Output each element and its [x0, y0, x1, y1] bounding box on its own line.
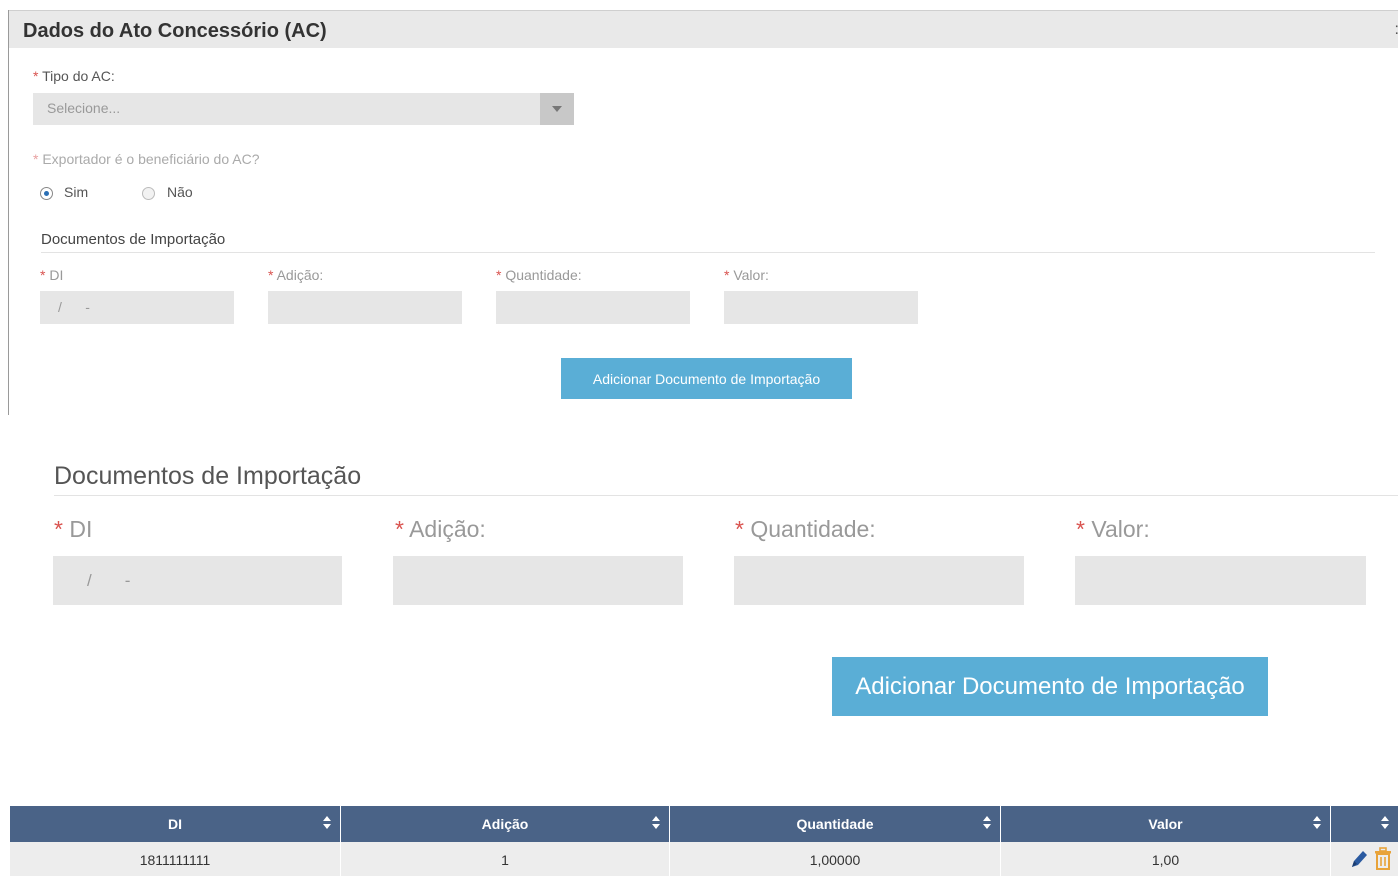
table-cell-quantidade: 1,00000	[670, 842, 1001, 876]
column-header-actions[interactable]	[1331, 806, 1398, 842]
radio-sim[interactable]	[40, 187, 53, 200]
trash-icon[interactable]	[1373, 847, 1393, 871]
section-divider	[41, 252, 1375, 253]
di-label-large: * DI	[54, 516, 93, 542]
sort-icon[interactable]	[1380, 816, 1390, 832]
tipo-ac-select[interactable]: Selecione...	[33, 93, 574, 125]
column-header-di[interactable]: DI	[10, 806, 341, 842]
dropdown-arrow[interactable]	[540, 93, 574, 125]
adicao-label: * Adição:	[268, 267, 324, 283]
add-document-button-large[interactable]: Adicionar Documento de Importação	[832, 657, 1268, 716]
sort-icon[interactable]	[1312, 816, 1322, 832]
radio-nao[interactable]	[142, 187, 155, 200]
section-divider-large	[54, 495, 1398, 496]
column-header-adicao[interactable]: Adição	[341, 806, 670, 842]
table-cell-di: 1811111111	[10, 842, 341, 876]
exportador-label: * Exportador é o beneficiário do AC?	[33, 151, 260, 167]
valor-label: * Valor:	[724, 267, 769, 283]
sort-icon[interactable]	[982, 816, 992, 832]
adicao-label-large: * Adição:	[395, 516, 486, 542]
caret-down-icon	[552, 106, 562, 112]
tipo-ac-placeholder: Selecione...	[47, 100, 121, 116]
sort-icon[interactable]	[322, 816, 332, 832]
quantidade-input[interactable]	[496, 291, 690, 324]
panel-header: Dados do Ato Concessório (AC) :	[9, 10, 1398, 48]
di-label: * DI	[40, 267, 64, 283]
adicao-input-large[interactable]	[393, 556, 683, 605]
adicao-input[interactable]	[268, 291, 462, 324]
di-input-large[interactable]	[53, 556, 342, 605]
tipo-ac-label: * Tipo do AC:	[33, 68, 115, 84]
quantidade-input-large[interactable]	[734, 556, 1024, 605]
panel-title: Dados do Ato Concessório (AC)	[23, 20, 327, 42]
table-cell-actions	[1331, 842, 1398, 876]
section-title-large: Documentos de Importação	[54, 462, 362, 490]
edit-icon[interactable]	[1349, 848, 1369, 870]
radio-sim-label[interactable]: Sim	[64, 184, 88, 200]
add-document-button[interactable]: Adicionar Documento de Importação	[561, 358, 852, 399]
column-header-quantidade[interactable]: Quantidade	[670, 806, 1001, 842]
required-marker: *	[33, 151, 39, 167]
quantidade-label-large: * Quantidade:	[735, 516, 876, 542]
column-header-valor[interactable]: Valor	[1001, 806, 1331, 842]
ato-concessorio-panel: Dados do Ato Concessório (AC) : * Tipo d…	[8, 10, 1398, 415]
valor-input-large[interactable]	[1075, 556, 1366, 605]
valor-input[interactable]	[724, 291, 918, 324]
more-options-icon[interactable]: :	[1395, 21, 1398, 39]
section-title-small: Documentos de Importação	[41, 231, 226, 248]
table-cell-adicao: 1	[341, 842, 670, 876]
quantidade-label: * Quantidade:	[496, 267, 582, 283]
sort-icon[interactable]	[651, 816, 661, 832]
radio-nao-label[interactable]: Não	[167, 184, 193, 200]
di-input[interactable]	[40, 291, 234, 324]
required-marker: *	[33, 68, 39, 84]
table-cell-valor: 1,00	[1001, 842, 1331, 876]
valor-label-large: * Valor:	[1076, 516, 1150, 542]
